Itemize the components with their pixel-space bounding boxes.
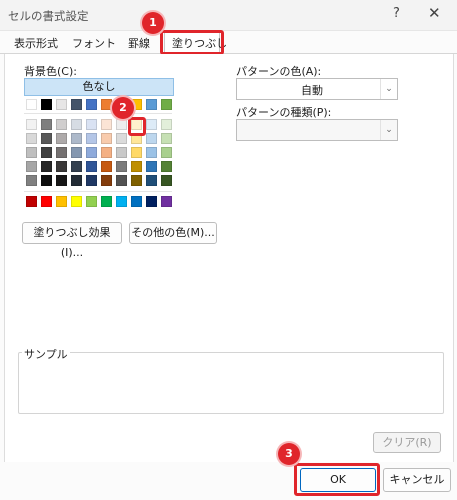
annotation-badge-3: 3 [278, 443, 300, 465]
color-swatch-standard[interactable] [146, 196, 157, 207]
color-swatch-shade[interactable] [26, 133, 37, 144]
more-colors-button[interactable]: その他の色(M)... [129, 222, 217, 244]
color-swatch-shade[interactable] [146, 119, 157, 130]
color-swatch-shade[interactable] [71, 175, 82, 186]
color-swatch-shade[interactable] [41, 175, 52, 186]
color-swatch-shade[interactable] [101, 147, 112, 158]
color-swatch-shade[interactable] [116, 119, 127, 130]
close-icon[interactable]: ✕ [428, 4, 441, 22]
pattern-color-label: パターンの色(A): [236, 65, 322, 78]
color-swatch-shade[interactable] [86, 161, 97, 172]
color-swatch-shade[interactable] [41, 147, 52, 158]
color-swatch-shade[interactable] [161, 133, 172, 144]
color-swatch-shade[interactable] [161, 147, 172, 158]
palette-divider [24, 113, 172, 114]
selected-swatch-highlight [128, 117, 146, 136]
color-swatch-shade[interactable] [116, 133, 127, 144]
color-swatch-shade[interactable] [86, 119, 97, 130]
color-swatch-shade[interactable] [131, 175, 142, 186]
color-swatch-shade[interactable] [56, 119, 67, 130]
color-swatch-standard[interactable] [86, 196, 97, 207]
color-swatch-shade[interactable] [116, 175, 127, 186]
annotation-badge-2: 2 [112, 97, 134, 119]
color-swatch-shade[interactable] [56, 175, 67, 186]
fill-effects-button[interactable]: 塗りつぶし効果(I)... [22, 222, 122, 259]
color-swatch-shade[interactable] [26, 147, 37, 158]
annotation-badge-1: 1 [142, 12, 164, 34]
tab-number-format[interactable]: 表示形式 [8, 34, 64, 53]
color-swatch-standard[interactable] [26, 196, 37, 207]
color-swatch-standard[interactable] [116, 196, 127, 207]
color-swatch-theme[interactable] [56, 99, 67, 110]
color-swatch-shade[interactable] [56, 133, 67, 144]
pattern-style-select[interactable]: ⌄ [236, 119, 398, 141]
color-swatch-shade[interactable] [146, 133, 157, 144]
color-swatch-shade[interactable] [26, 161, 37, 172]
color-swatch-shade[interactable] [26, 119, 37, 130]
color-swatch-shade[interactable] [101, 161, 112, 172]
no-color-button[interactable]: 色なし [24, 78, 174, 96]
background-color-label: 背景色(C): [24, 65, 77, 78]
tab-font[interactable]: フォント [66, 34, 122, 53]
cancel-button[interactable]: キャンセル [383, 468, 451, 492]
color-swatch-standard[interactable] [56, 196, 67, 207]
color-swatch-theme[interactable] [26, 99, 37, 110]
color-swatch-theme[interactable] [41, 99, 52, 110]
chevron-down-icon: ⌄ [380, 120, 397, 140]
color-swatch-theme[interactable] [146, 99, 157, 110]
color-swatch-standard[interactable] [41, 196, 52, 207]
dialog-title: セルの書式設定 [8, 9, 89, 23]
pattern-color-value: 自動 [301, 84, 323, 97]
color-swatch-shade[interactable] [101, 175, 112, 186]
color-swatch-shade[interactable] [131, 161, 142, 172]
palette-divider-standard [24, 191, 172, 192]
color-swatch-shade[interactable] [131, 147, 142, 158]
pattern-style-label: パターンの種類(P): [236, 106, 332, 119]
color-swatch-shade[interactable] [56, 161, 67, 172]
color-swatch-shade[interactable] [161, 175, 172, 186]
color-swatch-shade[interactable] [71, 133, 82, 144]
color-swatch-theme[interactable] [86, 99, 97, 110]
color-swatch-theme[interactable] [71, 99, 82, 110]
tab-border[interactable]: 罫線 [122, 34, 156, 53]
pattern-color-select[interactable]: 自動 ⌄ [236, 78, 398, 100]
clear-button[interactable]: クリア(R) [373, 432, 441, 453]
sample-preview [18, 352, 444, 414]
color-swatch-shade[interactable] [101, 133, 112, 144]
color-swatch-shade[interactable] [41, 161, 52, 172]
color-swatch-shade[interactable] [86, 133, 97, 144]
color-swatch-shade[interactable] [161, 119, 172, 130]
color-swatch-standard[interactable] [161, 196, 172, 207]
color-swatch-shade[interactable] [26, 175, 37, 186]
color-swatch-shade[interactable] [146, 161, 157, 172]
color-swatch-theme[interactable] [161, 99, 172, 110]
sample-label: サンプル [22, 346, 70, 362]
color-swatch-shade[interactable] [86, 175, 97, 186]
color-swatch-standard[interactable] [131, 196, 142, 207]
ok-button-highlight [294, 463, 380, 496]
color-swatch-shade[interactable] [86, 147, 97, 158]
color-swatch-standard[interactable] [71, 196, 82, 207]
color-swatch-standard[interactable] [101, 196, 112, 207]
help-icon[interactable]: ? [393, 6, 400, 21]
chevron-down-icon: ⌄ [380, 79, 397, 99]
color-swatch-shade[interactable] [71, 119, 82, 130]
color-swatch-shade[interactable] [101, 119, 112, 130]
color-swatch-shade[interactable] [56, 147, 67, 158]
color-swatch-shade[interactable] [116, 161, 127, 172]
color-swatch-shade[interactable] [41, 119, 52, 130]
color-swatch-shade[interactable] [161, 161, 172, 172]
color-swatch-shade[interactable] [71, 161, 82, 172]
tab-fill-highlight [160, 30, 224, 55]
color-swatch-shade[interactable] [41, 133, 52, 144]
color-swatch-shade[interactable] [146, 175, 157, 186]
color-swatch-shade[interactable] [146, 147, 157, 158]
color-swatch-shade[interactable] [71, 147, 82, 158]
color-swatch-theme[interactable] [101, 99, 112, 110]
color-swatch-shade[interactable] [116, 147, 127, 158]
